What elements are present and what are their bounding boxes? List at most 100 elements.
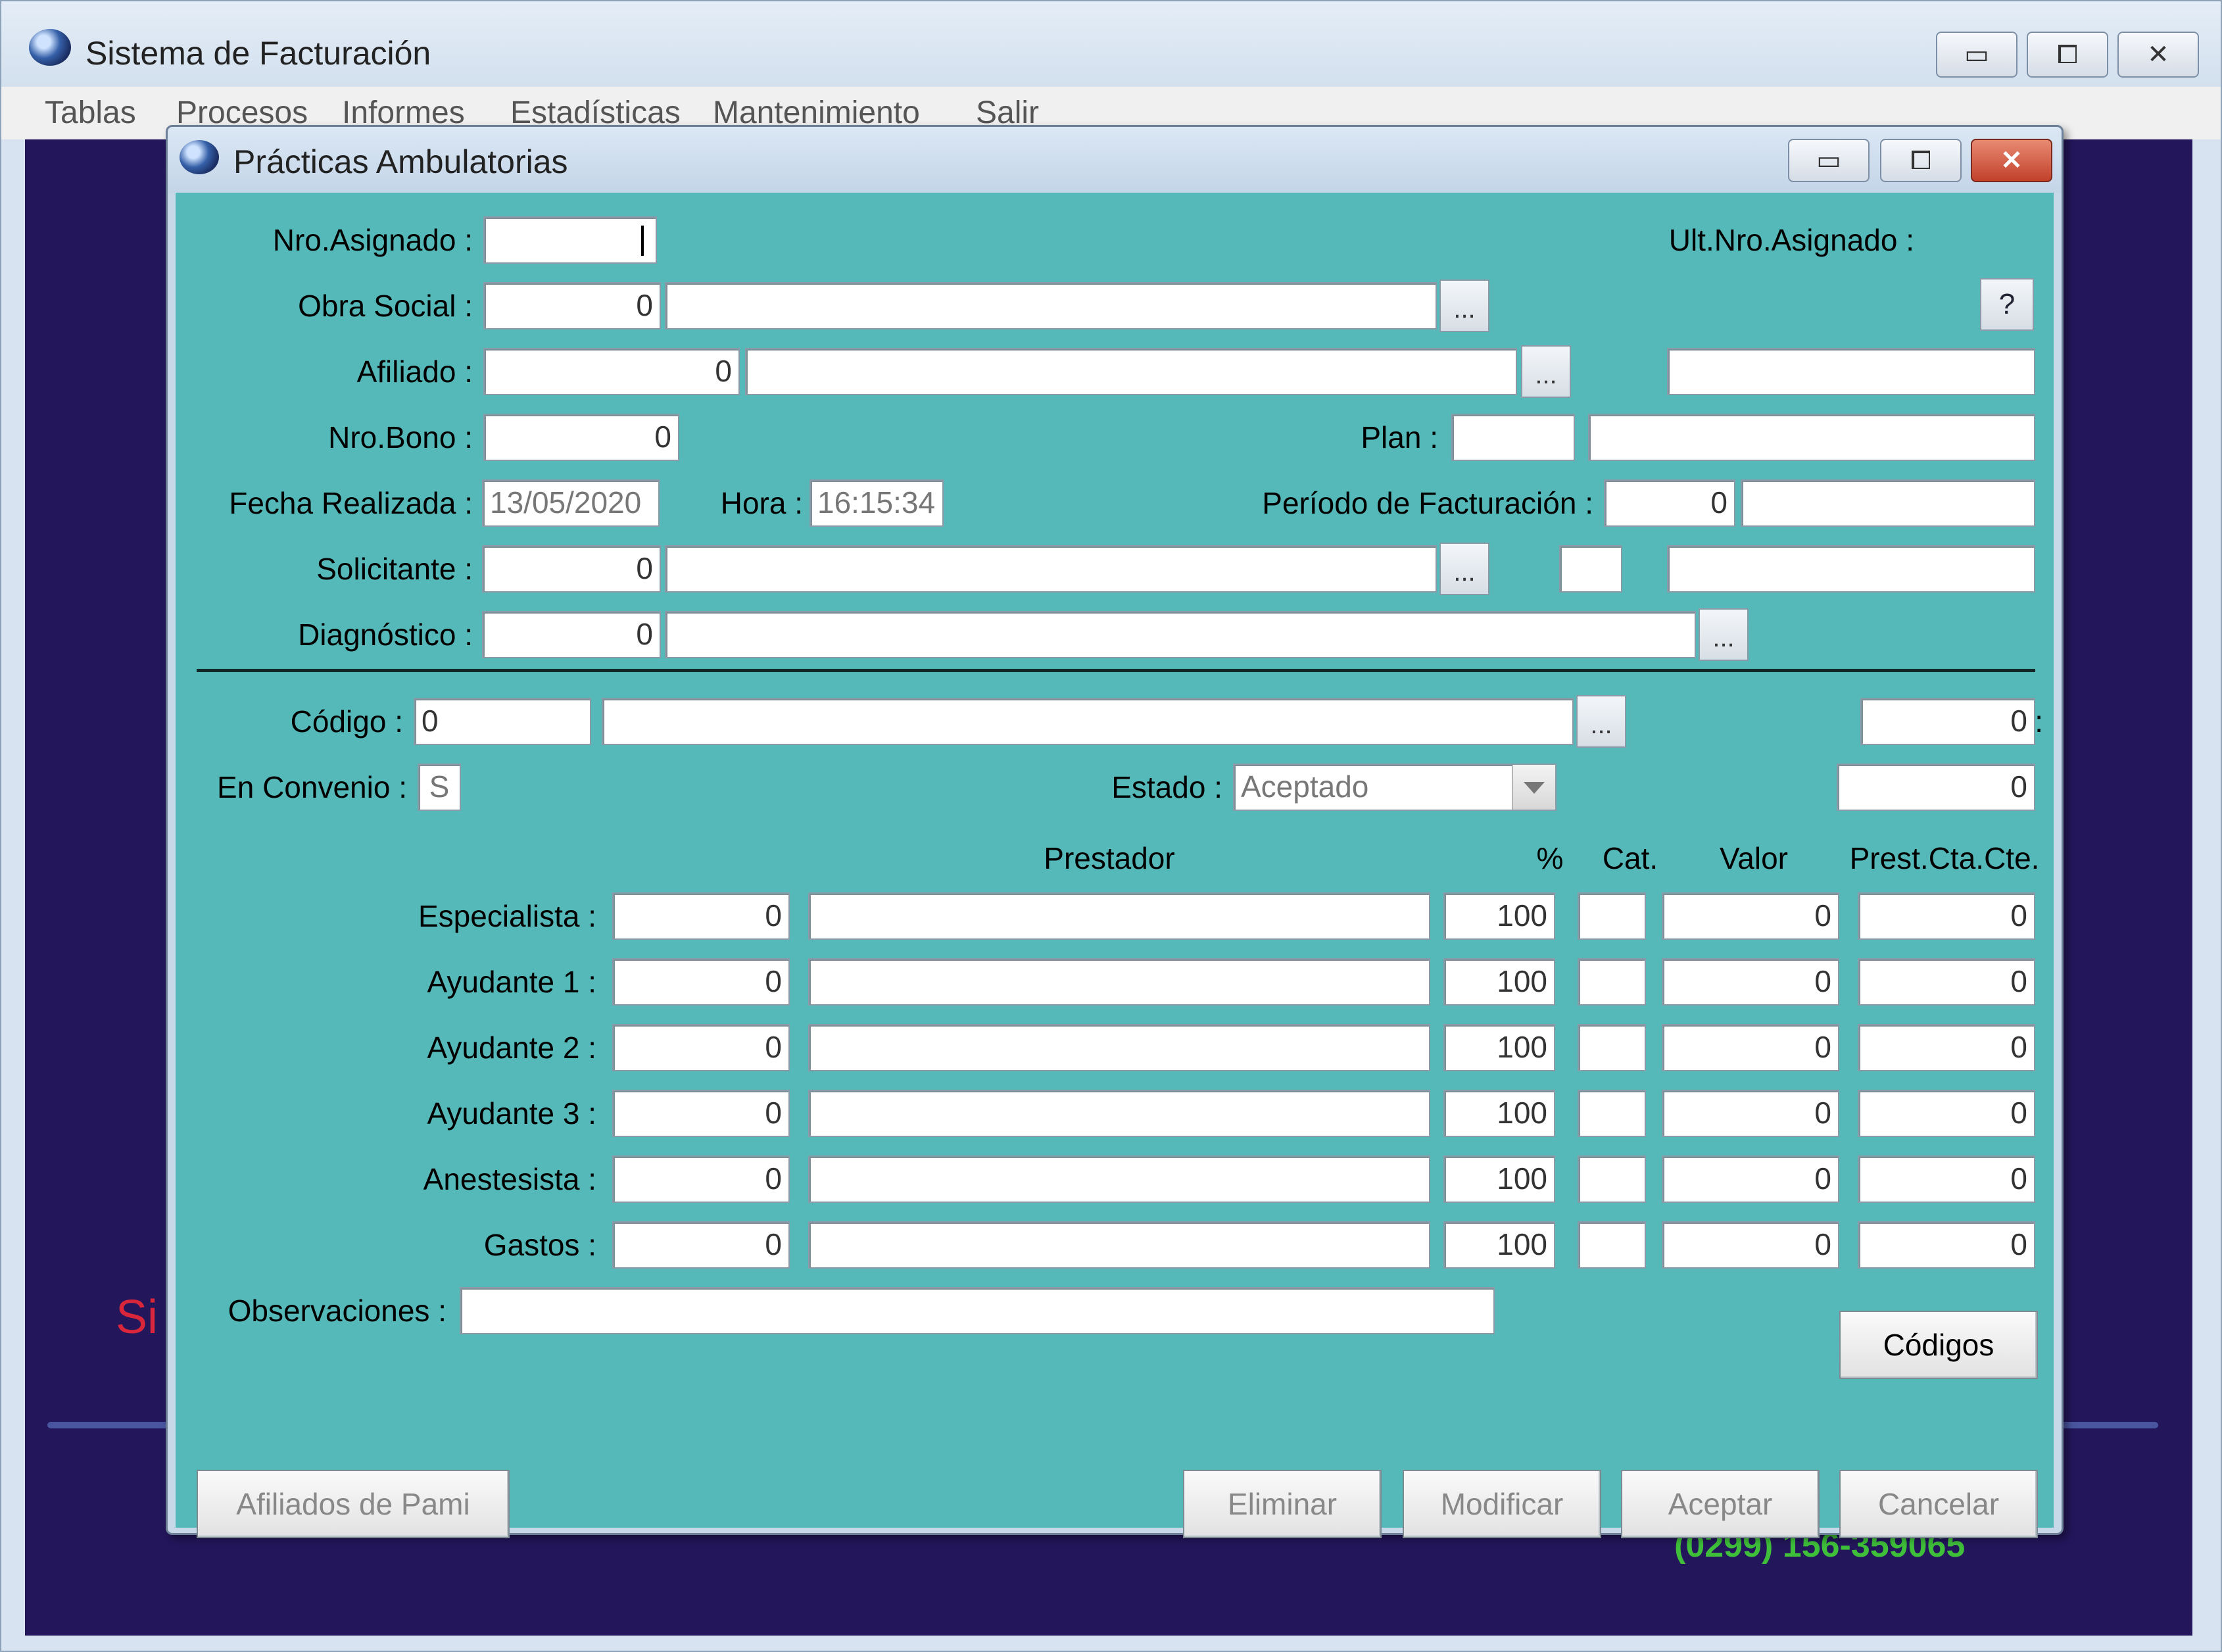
ayudante1-name-input[interactable] (808, 958, 1430, 1006)
menu-tablas[interactable]: Tablas (45, 95, 136, 131)
ayudante2-cat-input[interactable] (1578, 1024, 1646, 1071)
diagnostico-code-input[interactable]: 0 (482, 611, 661, 658)
ayudante2-prest-input[interactable]: 0 (1858, 1024, 2035, 1071)
periodo-facturacion-label: Período de Facturación : (1262, 486, 1593, 520)
ayudante2-pct-input[interactable]: 100 (1443, 1024, 1555, 1071)
solicitante-small-input[interactable] (1559, 545, 1622, 593)
en-convenio-input[interactable]: S (418, 764, 461, 811)
solicitante-name-input[interactable] (665, 545, 1437, 593)
ayudante1-prest-input[interactable]: 0 (1858, 958, 2035, 1006)
obra-social-code-input[interactable]: 0 (483, 282, 661, 329)
main-minimize-button[interactable]: ▭ (1936, 32, 2017, 78)
hora-input[interactable]: 16:15:34 (809, 479, 944, 527)
diagnostico-lookup-button[interactable]: ... (1699, 608, 1749, 661)
anestesista-code-input[interactable]: 0 (612, 1155, 790, 1203)
desktop-title-fragment: Si (116, 1291, 158, 1344)
anestesista-prest-input[interactable]: 0 (1858, 1155, 2035, 1203)
especialista-pct-input[interactable]: 100 (1443, 892, 1555, 940)
app-globe-icon (29, 29, 71, 66)
ayudante2-code-input[interactable]: 0 (612, 1024, 790, 1071)
afiliados-pami-button[interactable]: Afiliados de Pami (197, 1470, 510, 1538)
anestesista-cat-input[interactable] (1578, 1155, 1646, 1203)
afiliado-lookup-button[interactable]: ... (1521, 345, 1571, 398)
aceptar-button[interactable]: Aceptar (1621, 1470, 1820, 1538)
nro-bono-input[interactable]: 0 (483, 414, 679, 461)
main-maximize-button[interactable]: ⧠ (2027, 32, 2108, 78)
header-cat: Cat. (1602, 841, 1658, 875)
ayudante3-code-input[interactable]: 0 (612, 1090, 790, 1137)
observaciones-input[interactable] (460, 1287, 1495, 1334)
especialista-name-input[interactable] (808, 892, 1430, 940)
obra-social-name-input[interactable] (665, 282, 1437, 329)
plan-code-input[interactable] (1451, 414, 1575, 461)
solicitante-code-input[interactable]: 0 (482, 545, 661, 593)
ayudante1-cat-input[interactable] (1578, 958, 1646, 1006)
codigo-lookup-button[interactable]: ... (1576, 695, 1626, 748)
estado-select[interactable]: Aceptado (1233, 764, 1557, 811)
ult-nro-asignado-label: Ult.Nro.Asignado : (1668, 223, 1914, 257)
hora-label: Hora : (720, 486, 803, 520)
ayudante2-name-input[interactable] (808, 1024, 1430, 1071)
ayudante2-valor-input[interactable]: 0 (1662, 1024, 1839, 1071)
dialog-maximize-button[interactable]: ⧠ (1880, 139, 1962, 182)
ayudante1-code-input[interactable]: 0 (612, 958, 790, 1006)
importe-input[interactable]: 0 (1837, 764, 2035, 811)
practicas-dialog: Prácticas Ambulatorias ▭ ⧠ ✕ Nro.Asignad… (166, 125, 2064, 1538)
eliminar-button[interactable]: Eliminar (1183, 1470, 1382, 1538)
gastos-pct-input[interactable]: 100 (1443, 1221, 1555, 1269)
ayudante3-prest-input[interactable]: 0 (1858, 1090, 2035, 1137)
codigos-button[interactable]: Códigos (1839, 1311, 2038, 1379)
afiliado-extra-input[interactable] (1667, 348, 2035, 395)
gastos-cat-input[interactable] (1578, 1221, 1646, 1269)
especialista-code-input[interactable]: 0 (612, 892, 790, 940)
plan-name-input[interactable] (1588, 414, 2035, 461)
gastos-name-input[interactable] (808, 1221, 1430, 1269)
nro-bono-label: Nro.Bono : (328, 420, 473, 454)
ayudante3-name-input[interactable] (808, 1090, 1430, 1137)
dialog-minimize-button[interactable]: ▭ (1788, 139, 1870, 182)
ayudante3-pct-input[interactable]: 100 (1443, 1090, 1555, 1137)
cancelar-button[interactable]: Cancelar (1839, 1470, 2038, 1538)
codigo-input[interactable]: 0 (414, 698, 591, 745)
especialista-cat-input[interactable] (1578, 892, 1646, 940)
fecha-realizada-input[interactable]: 13/05/2020 (482, 479, 660, 527)
diagnostico-name-input[interactable] (665, 611, 1696, 658)
anestesista-valor-input[interactable]: 0 (1662, 1155, 1839, 1203)
gastos-valor-input[interactable]: 0 (1662, 1221, 1839, 1269)
solicitante-lookup-button[interactable]: ... (1439, 543, 1489, 595)
codigo-name-input[interactable] (602, 698, 1574, 745)
main-close-button[interactable]: ✕ (2117, 32, 2199, 78)
gastos-code-input[interactable]: 0 (612, 1221, 790, 1269)
cantidad-input[interactable]: 0 (1860, 698, 2035, 745)
anestesista-pct-input[interactable]: 100 (1443, 1155, 1555, 1203)
fecha-realizada-label: Fecha Realizada : (229, 486, 473, 520)
anestesista-name-input[interactable] (808, 1155, 1430, 1203)
gastos-prest-input[interactable]: 0 (1858, 1221, 2035, 1269)
header-prestador: Prestador (1044, 841, 1175, 875)
obra-social-lookup-button[interactable]: ... (1439, 279, 1489, 332)
main-title-bar[interactable]: Sistema de Facturación ▭ ⧠ ✕ (1, 1, 2221, 87)
dialog-title-bar[interactable]: Prácticas Ambulatorias ▭ ⧠ ✕ (168, 127, 2062, 193)
ayudante1-valor-input[interactable]: 0 (1662, 958, 1839, 1006)
periodo-code-input[interactable]: 0 (1604, 479, 1735, 527)
solicitante-extra-input[interactable] (1667, 545, 2035, 593)
periodo-name-input[interactable] (1741, 479, 2035, 527)
estado-label: Estado : (1111, 770, 1222, 804)
especialista-prest-input[interactable]: 0 (1858, 892, 2035, 940)
dialog-close-button[interactable]: ✕ (1971, 139, 2052, 182)
dialog-body: Nro.Asignado : Ult.Nro.Asignado : Obra S… (176, 193, 2054, 1538)
ayudante3-cat-input[interactable] (1578, 1090, 1646, 1137)
en-convenio-label: En Convenio : (217, 770, 407, 804)
nro-asignado-input[interactable] (483, 216, 657, 264)
afiliado-code-input[interactable]: 0 (483, 348, 740, 395)
estado-value: Aceptado (1241, 769, 1369, 804)
modificar-button[interactable]: Modificar (1403, 1470, 1601, 1538)
row-label-ayudante-3: Ayudante 3 : (427, 1096, 596, 1130)
ayudante3-valor-input[interactable]: 0 (1662, 1090, 1839, 1137)
section-separator (197, 669, 2035, 672)
ayudante1-pct-input[interactable]: 100 (1443, 958, 1555, 1006)
chevron-down-icon[interactable] (1512, 765, 1555, 810)
afiliado-name-input[interactable] (745, 348, 1517, 395)
especialista-valor-input[interactable]: 0 (1662, 892, 1839, 940)
help-button[interactable]: ? (1980, 278, 2034, 331)
